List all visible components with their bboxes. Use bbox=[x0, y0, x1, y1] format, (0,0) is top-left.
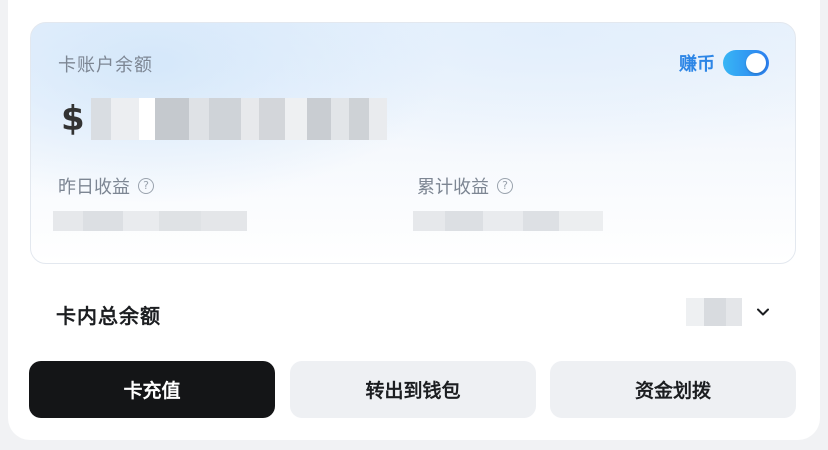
chevron-down-icon[interactable] bbox=[756, 305, 770, 319]
total-balance-selector[interactable] bbox=[686, 298, 770, 326]
card-balance-title: 卡账户余额 bbox=[58, 55, 153, 76]
earn-label: 赚币 bbox=[679, 54, 715, 75]
balance-amount-masked: $ bbox=[61, 98, 387, 140]
fund-allocation-button[interactable]: 资金划拨 bbox=[550, 361, 796, 418]
total-balance-masked bbox=[686, 298, 742, 326]
yesterday-earnings-label: 昨日收益 ? bbox=[58, 173, 154, 199]
total-balance-label: 卡内总余额 bbox=[56, 304, 161, 328]
card-account-panel: 卡账户余额 赚币 $ 昨日收益 ? 累计收益 ? 卡内总余额 卡充值 转出到钱包… bbox=[8, 0, 820, 440]
cumulative-earnings-label: 累计收益 ? bbox=[417, 173, 513, 199]
cumulative-earnings-masked bbox=[413, 211, 603, 231]
transfer-to-wallet-button[interactable]: 转出到钱包 bbox=[290, 361, 536, 418]
currency-symbol: $ bbox=[61, 99, 85, 139]
yesterday-earnings-masked bbox=[53, 211, 247, 231]
recharge-card-button[interactable]: 卡充值 bbox=[29, 361, 275, 418]
question-circle-icon[interactable]: ? bbox=[497, 178, 513, 194]
earn-toggle-group: 赚币 bbox=[679, 50, 769, 76]
earn-toggle[interactable] bbox=[723, 50, 769, 76]
toggle-knob bbox=[746, 53, 766, 73]
balance-card: 卡账户余额 赚币 $ 昨日收益 ? 累计收益 ? bbox=[30, 22, 796, 264]
question-circle-icon[interactable]: ? bbox=[138, 178, 154, 194]
